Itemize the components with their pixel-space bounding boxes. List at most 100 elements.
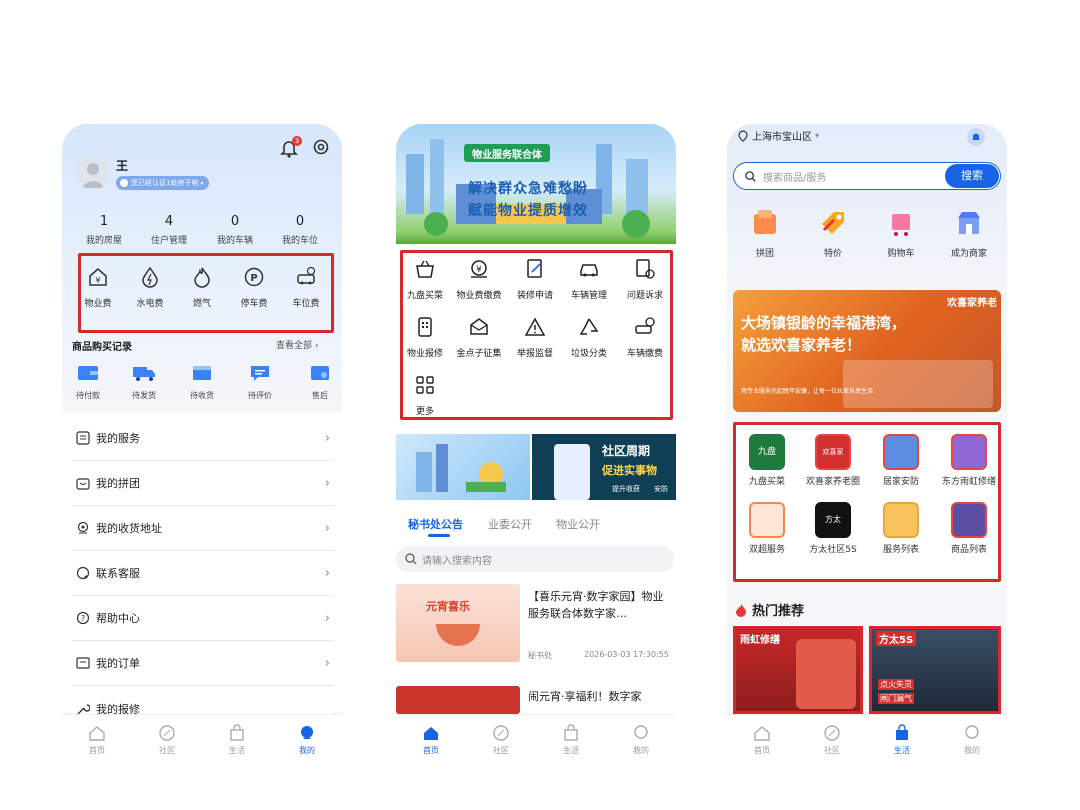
tab-property-public[interactable]: 物业公开 [556,516,600,532]
news-thumbnail [396,686,520,714]
location-icon [738,129,748,142]
news-item[interactable]: 元宵喜乐 【喜乐元宵·数字家园】物业服务联合体数字家… 秘书处 2026-03-… [396,584,676,668]
bag-icon [76,478,90,490]
headset-icon [76,566,90,580]
search-icon [745,170,756,182]
shopping-bag-icon [896,724,908,740]
home-icon [754,726,770,741]
promo-banner-left[interactable] [396,434,530,500]
quick-special-price[interactable]: 特价 [803,208,863,259]
hot-card-repair[interactable]: 雨虹修缮 [733,626,863,714]
menu-contact-support[interactable]: 联系客服 › [72,551,334,596]
tab-home[interactable]: 首页 [62,715,132,772]
promo-banner-right[interactable]: 社区周期 促进实事物 提升收获 安防 [532,434,676,500]
chevron-down-icon: ▾ [200,179,204,187]
banner-line1: 解决群众急难愁盼 [468,181,588,197]
wallet-icon [78,366,98,380]
stat-my-house[interactable]: 1 我的房屋 [74,214,134,246]
cart-icon [892,214,910,236]
stat-my-parking[interactable]: 0 我的车位 [270,214,330,246]
tab-home[interactable]: 首页 [727,715,797,772]
leaf-icon [493,725,509,741]
tab-community[interactable]: 社区 [132,715,202,772]
banner-tag: 欢喜家养老 [947,298,997,309]
store-icon [958,212,980,234]
bell-icon[interactable]: 3 [280,136,302,160]
tab-community[interactable]: 社区 [797,715,867,772]
shopping-bag-icon [564,724,578,741]
bottom-tab-bar: 首页 社区 生活 我的 [396,714,676,772]
menu-my-services[interactable]: 我的服务 › [72,416,334,461]
verify-badge[interactable]: 您已经认证1处房子哟 ▾ [116,176,210,190]
user-icon [965,725,979,739]
view-all-link[interactable]: 查看全部 › [276,338,319,351]
tab-community[interactable]: 社区 [466,715,536,772]
hot-card-fotile[interactable]: 方太5S 点火失灵 闸门漏气 [869,626,1001,714]
menu-shipping-address[interactable]: 我的收货地址 › [72,506,334,551]
tab-mine[interactable]: 我的 [937,715,1007,772]
tab-secretary-notice[interactable]: 秘书处公告 [408,516,463,537]
menu-help-center[interactable]: ? 帮助中心 › [72,596,334,641]
quick-group-buy[interactable]: 拼团 [735,208,795,259]
stat-my-vehicles[interactable]: 0 我的车辆 [205,214,265,246]
tab-committee-public[interactable]: 业委公开 [488,516,532,532]
tab-life[interactable]: 生活 [536,715,606,772]
tab-mine[interactable]: 我的 [606,715,676,772]
news-search-bar[interactable]: 请输入搜索内容 [396,546,674,572]
order-pending-payment[interactable]: 待付款 [62,364,114,401]
order-pending-review[interactable]: 待评价 [234,364,286,401]
truck-icon [133,367,155,381]
chevron-right-icon: › [324,475,330,491]
chevron-right-icon: › [324,565,330,581]
home-icon [424,727,438,740]
location-pin-icon [77,521,89,534]
group-buy-icon [754,210,776,234]
settings-icon[interactable] [312,138,330,156]
tab-home[interactable]: 首页 [396,715,466,772]
avatar[interactable] [76,156,110,190]
tab-life[interactable]: 生活 [202,715,272,772]
chevron-down-icon: ▾ [815,131,820,140]
news-item[interactable]: 闹元宵·享福利！数字家 [396,684,676,714]
user-icon [301,726,313,739]
question-icon: ? [76,611,90,625]
stat-residents[interactable]: 4 住户管理 [139,214,199,246]
menu-my-orders[interactable]: 我的订单 › [72,641,334,686]
phone-profile-screen: 王 您已经认证1处房子哟 ▾ 3 1 我的房屋 4 住户管理 0 我的车辆 0 我的车位… [62,124,342,772]
menu-my-group-buy[interactable]: 我的拼团 › [72,461,334,506]
verified-icon [120,179,128,187]
tab-life[interactable]: 生活 [867,715,937,772]
leaf-icon [159,725,175,741]
quick-cart[interactable]: 购物车 [871,208,931,259]
order-pending-receive[interactable]: 待收货 [176,364,228,401]
quick-become-merchant[interactable]: 成为商家 [939,208,999,259]
user-icon [634,725,648,739]
chevron-right-icon: › [324,520,330,536]
return-icon [311,366,329,380]
bottom-tab-bar: 首页 社区 生活 我的 [62,714,342,772]
chevron-right-icon: › [324,655,330,671]
community-illustration [416,444,506,492]
chevron-right-icon: › [324,610,330,626]
photo-scene [843,360,993,408]
order-after-sales[interactable]: 售后 [294,364,342,401]
tab-active-indicator [428,534,450,537]
chevron-right-icon: › [314,341,319,351]
location-selector[interactable]: 上海市宝山区 ▾ [737,128,819,143]
price-tag-icon [822,212,844,234]
news-thumbnail: 元宵喜乐 [396,584,520,662]
search-bar[interactable]: 搜索商品/服务 搜索 [733,162,1001,190]
hero-banner[interactable]: 物业服务联合体 解决群众急难愁盼 赋能物业提质增效 [396,124,676,244]
order-pending-ship[interactable]: 待发货 [118,364,170,401]
shopping-bag-icon [230,724,244,741]
notification-icon[interactable] [967,128,985,146]
phone-life-screen: 上海市宝山区 ▾ 搜索商品/服务 搜索 拼团 特价 购物车 成为商家 欢喜家养老… [727,124,1007,772]
highlight-box [78,253,334,333]
comment-icon [251,366,269,381]
home-icon [89,726,105,741]
orders-title: 商品购买记录 [72,342,132,353]
elderly-care-banner[interactable]: 欢喜家养老 大场镇银龄的幸福港湾， 就选欢喜家养老！ 用专业服务托起晚年安康，让… [733,290,1001,412]
tab-mine[interactable]: 我的 [272,715,342,772]
search-button[interactable]: 搜索 [945,164,999,188]
search-input[interactable]: 搜索商品/服务 [763,169,945,184]
